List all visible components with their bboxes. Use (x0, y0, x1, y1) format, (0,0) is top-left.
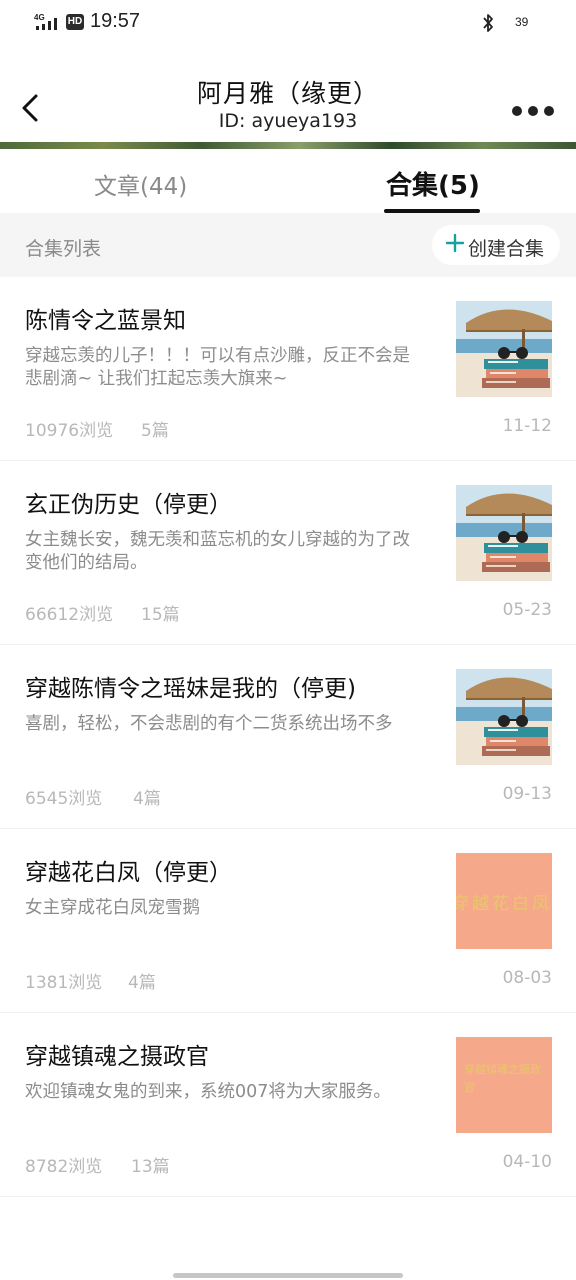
collection-description: 女主穿成花白凤宠雪鹅 (25, 898, 200, 918)
view-count: 1381浏览 (25, 973, 103, 993)
update-date: 08-03 (502, 968, 552, 988)
collection-item[interactable]: 陈情令之蓝景知 穿越忘羡的儿子！！！可以有点沙雕，反正不会是悲剧滴~ 让我们扛起… (0, 277, 576, 461)
view-count: 66612浏览 (25, 605, 114, 625)
collection-item[interactable]: 穿越陈情令之瑶妹是我的（停更) 喜剧，轻松，不会悲剧的有个二货系统出场不多 65… (0, 645, 576, 829)
collection-cover-image (456, 669, 552, 765)
update-date: 11-12 (502, 416, 552, 436)
collection-description: 喜剧，轻松，不会悲剧的有个二货系统出场不多 (25, 714, 393, 734)
more-options-icon[interactable] (512, 106, 554, 118)
collection-cover-image: 穿越镇魂之摄政官 (456, 1037, 552, 1133)
status-bar: 4G HD 19:57 39 (0, 0, 576, 46)
tab-bar: 文章(44) 合集(5) (0, 149, 576, 213)
collection-description: 女主魏长安，魏无羡和蓝忘机的女儿穿越的为了改变他们的结局。 (25, 530, 410, 573)
collection-cover-image: 穿越花白凤 (456, 853, 552, 949)
collection-title: 穿越花白凤（停更） (25, 860, 232, 886)
collection-cover-image (456, 301, 552, 397)
profile-header: 阿月雅（缘更） ID: ayueya193 (0, 62, 576, 142)
tab-articles[interactable]: 文章(44) (94, 167, 187, 201)
collection-title: 穿越陈情令之瑶妹是我的（停更) (25, 676, 356, 702)
cover-text: 穿越镇魂之摄政官 (464, 1063, 541, 1094)
create-collection-button[interactable]: 创建合集 (432, 225, 560, 265)
banner-strip (0, 142, 576, 149)
hd-badge: HD (66, 14, 84, 30)
collection-item[interactable]: 玄正伪历史（停更） 女主魏长安，魏无羡和蓝忘机的女儿穿越的为了改变他们的结局。 … (0, 461, 576, 645)
collection-item[interactable]: 穿越镇魂之摄政官 欢迎镇魂女鬼的到来，系统007将为大家服务。 8782浏览 1… (0, 1013, 576, 1197)
collection-cover-image (456, 485, 552, 581)
collection-title: 陈情令之蓝景知 (25, 308, 186, 334)
article-count: 5篇 (141, 421, 169, 441)
plus-icon (445, 233, 465, 253)
section-header: 合集列表 创建合集 (0, 213, 576, 277)
collection-list: 陈情令之蓝景知 穿越忘羡的儿子！！！可以有点沙雕，反正不会是悲剧滴~ 让我们扛起… (0, 277, 576, 1197)
article-count: 13篇 (131, 1157, 170, 1177)
page-title: 阿月雅（缘更） (196, 79, 379, 108)
cover-text: 穿越花白凤 (456, 894, 552, 914)
update-date: 09-13 (502, 784, 552, 804)
view-count: 8782浏览 (25, 1157, 103, 1177)
battery-level: 39 (515, 15, 529, 29)
article-count: 4篇 (128, 973, 156, 993)
signal-icon: 4G (34, 13, 57, 30)
collection-item[interactable]: 穿越花白凤（停更） 女主穿成花白凤宠雪鹅 1381浏览 4篇 08-03 穿越花… (0, 829, 576, 1013)
view-count: 10976浏览 (25, 421, 114, 441)
svg-text:4G: 4G (34, 13, 45, 22)
view-count: 6545浏览 (25, 789, 103, 809)
collection-title: 玄正伪历史（停更） (25, 492, 232, 518)
section-title: 合集列表 (25, 238, 102, 260)
update-date: 05-23 (502, 600, 552, 620)
user-id: ID: ayueya193 (218, 110, 358, 132)
tab-collections[interactable]: 合集(5) (386, 165, 480, 202)
article-count: 15篇 (141, 605, 180, 625)
bluetooth-icon (483, 14, 493, 32)
collection-title: 穿越镇魂之摄政官 (25, 1044, 209, 1070)
article-count: 4篇 (133, 789, 161, 809)
collection-description: 欢迎镇魂女鬼的到来，系统007将为大家服务。 (25, 1082, 391, 1102)
status-time: 19:57 (90, 10, 141, 32)
collection-description: 穿越忘羡的儿子！！！可以有点沙雕，反正不会是悲剧滴~ 让我们扛起忘羡大旗来~ (25, 346, 410, 389)
create-collection-label: 创建合集 (468, 238, 545, 260)
home-indicator[interactable] (173, 1273, 403, 1278)
update-date: 04-10 (502, 1152, 552, 1172)
